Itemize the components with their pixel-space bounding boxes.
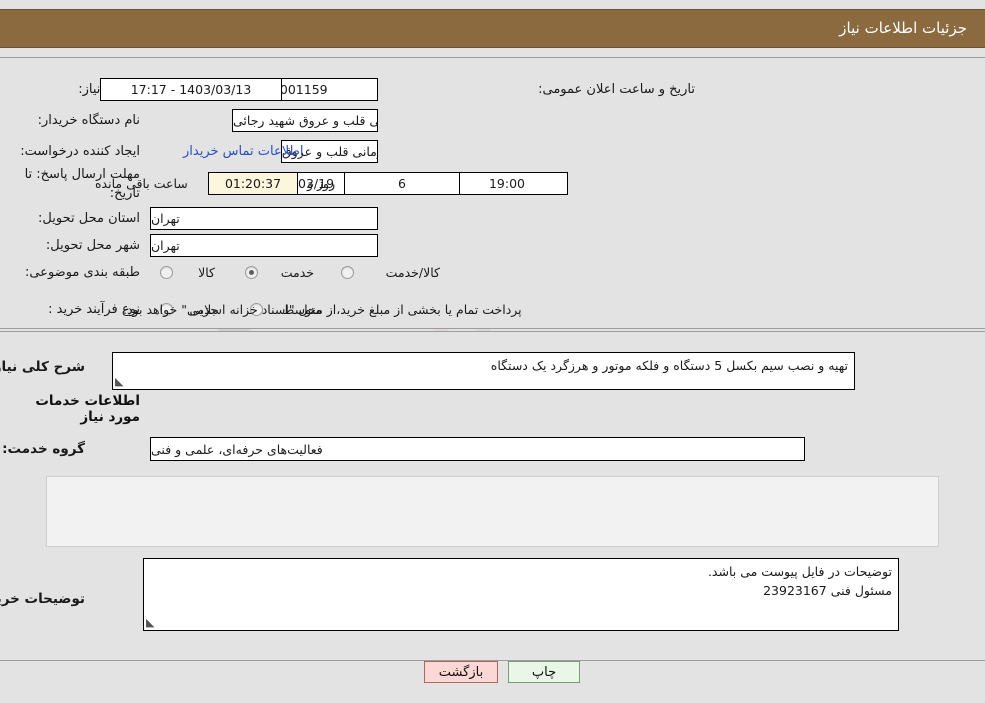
deadline-hour-value: 19:00 [446, 172, 568, 195]
delivery-city-label: شهر محل تحویل: [45, 238, 140, 253]
service-group-value: فعالیت‌های حرفه‌ای، علمی و فنی [150, 437, 805, 461]
category-radio-kala[interactable] [160, 266, 173, 279]
delivery-province-value: تهران [150, 207, 378, 230]
countdown-timer: 01:20:37 [208, 172, 298, 195]
remaining-time-label: ساعت باقی مانده [95, 176, 188, 191]
back-button[interactable]: بازگشت [424, 661, 498, 683]
service-group-label: گروه خدمت: [2, 441, 85, 457]
category-label-kala-khedmat: کالا/خدمت [385, 265, 440, 280]
buyer-org-label: نام دستگاه خریدار: [37, 113, 140, 128]
subject-category-label: طبقه بندی موضوعی: [24, 265, 140, 280]
resize-grip-icon[interactable]: ◢ [115, 375, 127, 388]
general-need-textarea[interactable]: تهیه و نصب سیم بکسل 5 دستگاه و فلکه موتو… [112, 352, 855, 390]
remaining-days-label: روز و [307, 176, 336, 191]
announce-datetime-value: 1403/03/13 - 17:17 [100, 78, 282, 101]
page-title: جزئیات اطلاعات نیاز [839, 19, 967, 37]
notes-resize-grip-icon[interactable]: ◢ [146, 616, 158, 629]
request-creator-label: ایجاد کننده درخواست: [20, 144, 140, 159]
category-label-khedmat: خدمت [280, 265, 314, 280]
page-root: AriaTender.net جزئیات اطلاعات نیاز شماره… [0, 0, 985, 703]
general-need-label: شرح کلی نیاز: [0, 359, 85, 375]
buyer-notes-line-2: مسئول فنی 23923167 [763, 582, 892, 598]
services-table-container [46, 476, 939, 547]
page-header: جزئیات اطلاعات نیاز [0, 9, 985, 48]
category-radio-kala-khedmat[interactable] [341, 266, 354, 279]
category-radio-khedmat[interactable] [245, 266, 258, 279]
category-label-kala: کالا [198, 265, 215, 280]
delivery-province-label: استان محل تحویل: [38, 211, 140, 226]
general-need-text: تهیه و نصب سیم بکسل 5 دستگاه و فلکه موتو… [490, 358, 848, 373]
announce-datetime-label: تاریخ و ساعت اعلان عمومی: [538, 82, 695, 97]
treasury-payment-note: پرداخت تمام یا بخشی از مبلغ خرید،از محل … [123, 302, 522, 317]
buyer-org-value: مرکز آموزشی، تحقیقاتی و درمانی قلب و عرو… [232, 109, 378, 132]
buyer-notes-textarea[interactable]: توضیحات در فایل پیوست می باشد. مسئول فنی… [143, 558, 899, 631]
buyer-notes-label: توضیحات خریدار: [0, 591, 85, 607]
buyer-contact-link[interactable]: اطلاعات تماس خریدار [183, 144, 303, 159]
remaining-days-value: 6 [344, 172, 460, 195]
delivery-city-value: تهران [150, 234, 378, 257]
purchase-process-label: نوع فرآیند خرید : [48, 302, 140, 317]
buyer-notes-line-1: توضیحات در فایل پیوست می باشد. [707, 564, 892, 579]
services-section-heading: اطلاعات خدمات مورد نیاز [35, 393, 140, 425]
print-button[interactable]: چاپ [508, 661, 580, 683]
